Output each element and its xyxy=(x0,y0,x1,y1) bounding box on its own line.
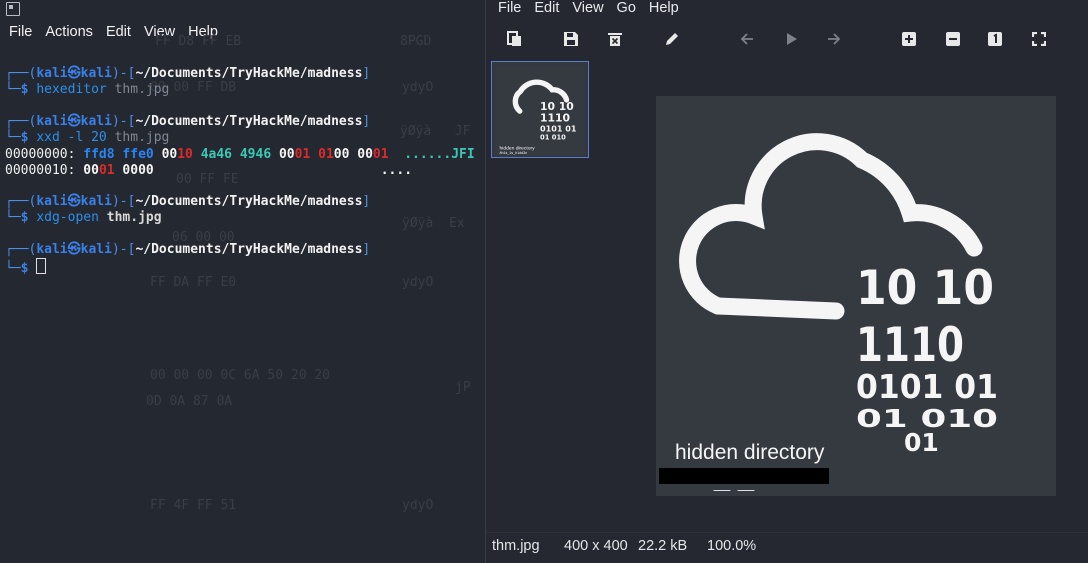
svg-text:01 010: 01 010 xyxy=(540,133,566,141)
prev-icon[interactable] xyxy=(738,30,756,48)
prompt-user: kali xyxy=(36,114,68,129)
ghost-text: ydyO xyxy=(402,275,434,290)
command-arg: thm.jpg xyxy=(106,210,162,225)
image-caption: hidden directory xyxy=(675,441,825,464)
binary-row: 10 10 xyxy=(856,261,994,316)
next-icon[interactable] xyxy=(825,30,843,48)
image-viewer-window: File Edit View Go Help 10 10 1110 0101 0… xyxy=(485,0,1088,563)
prompt-line: ┌──(kali㉿kali)-[~/Documents/TryHackMe/ma… xyxy=(5,114,371,129)
command-text: xxd -l 20 xyxy=(36,130,107,145)
prompt-host: kali xyxy=(80,114,112,129)
viewer-menu-edit[interactable]: Edit xyxy=(534,0,559,18)
ghost-text: ydyO xyxy=(402,80,434,95)
terminal-window: File Actions Edit View Help FF D8 FF EB … xyxy=(0,0,485,563)
ghost-text: ÿØÿà JF xyxy=(400,124,471,139)
ghost-text: 00 00 00 0C 6A 50 20 20 xyxy=(150,368,331,383)
command-arg: thm.jpg xyxy=(114,82,170,97)
viewer-menu-file[interactable]: File xyxy=(498,0,521,18)
hex-ascii: .... xyxy=(380,163,413,178)
prompt-path: ~/Documents/TryHackMe/madness xyxy=(135,194,363,209)
viewer-menu-help[interactable]: Help xyxy=(649,0,679,18)
viewer-menu-view[interactable]: View xyxy=(572,0,603,18)
svg-text:0101 01: 0101 01 xyxy=(540,123,577,133)
hex-address: 00000010: xyxy=(5,163,76,178)
hex-address: 00000000: xyxy=(5,147,76,162)
delete-icon[interactable] xyxy=(606,30,624,48)
ghost-text: FF 4F FF 51 xyxy=(150,498,237,513)
command-line: └─$ xdg-open thm.jpg xyxy=(5,210,162,225)
command-text: hexeditor xyxy=(36,82,107,97)
viewer-menu-go[interactable]: Go xyxy=(617,0,636,18)
command-arg: thm.jpg xyxy=(114,130,170,145)
status-dimensions: 400 x 400 xyxy=(564,538,628,554)
play-icon[interactable] xyxy=(782,30,800,48)
prompt-at: ㉿ xyxy=(67,114,81,129)
prompt-user: kali xyxy=(36,242,68,257)
hex-ascii: ......JFI xyxy=(404,147,475,162)
thumbnail-image: 10 10 1110 0101 01 01 010 hidden directo… xyxy=(495,65,585,155)
terminal-menu-help[interactable]: Help xyxy=(188,24,218,44)
open-icon[interactable] xyxy=(505,30,523,48)
hex-line-1: 00000000: ffd8 ffe0 0010 4a46 4946 0001 … xyxy=(5,147,475,162)
ghost-text: 8PGD xyxy=(400,34,432,49)
prompt-host: kali xyxy=(80,66,112,81)
terminal-titlebar xyxy=(0,0,485,20)
zoom-out-icon[interactable] xyxy=(944,30,962,48)
prompt-path: ~/Documents/TryHackMe/madness xyxy=(135,66,363,81)
terminal-menu-actions[interactable]: Actions xyxy=(45,24,93,44)
terminal-menubar: File Actions Edit View Help xyxy=(0,24,222,44)
image-canvas[interactable]: 10 10 1110 0101 01 01 010 01 hidden dire… xyxy=(656,96,1056,496)
ghost-text: ydyO xyxy=(402,498,434,513)
redacted-hint: _ _ xyxy=(712,475,754,491)
zoom-in-icon[interactable] xyxy=(900,30,918,48)
prompt-at: ㉿ xyxy=(67,242,81,257)
binary-row: 0101 01 xyxy=(856,367,998,406)
ghost-text: FF DA FF E0 xyxy=(150,275,237,290)
edit-icon[interactable] xyxy=(663,30,681,48)
fullscreen-icon[interactable] xyxy=(1030,30,1048,48)
prompt-line: ┌──(kali㉿kali)-[~/Documents/TryHackMe/ma… xyxy=(5,194,371,209)
ghost-text: 0D 0A 87 0A xyxy=(146,394,233,409)
terminal-menu-file[interactable]: File xyxy=(9,24,32,44)
terminal-menu-view[interactable]: View xyxy=(144,24,175,44)
save-icon[interactable] xyxy=(562,30,580,48)
status-size: 22.2 kB xyxy=(638,538,688,554)
command-line: └─$ hexeditor thm.jpg xyxy=(5,82,170,97)
prompt-path: ~/Documents/TryHackMe/madness xyxy=(135,242,363,257)
status-zoom: 100.0% xyxy=(707,538,757,554)
prompt-at: ㉿ xyxy=(67,194,81,209)
prompt-at: ㉿ xyxy=(67,66,81,81)
viewer-menubar: File Edit View Go Help xyxy=(486,0,680,18)
ghost-text: ÿØÿà Ex xyxy=(402,216,465,231)
prompt-host: kali xyxy=(80,194,112,209)
thumbnail-selected[interactable]: 10 10 1110 0101 01 01 010 hidden directo… xyxy=(491,61,589,158)
ghost-text: jP xyxy=(455,380,471,395)
svg-text:/th1s_1s_h1dd3n: /th1s_1s_h1dd3n xyxy=(500,151,528,155)
prompt-host: kali xyxy=(80,242,112,257)
viewer-statusbar: thm.jpg 400 x 400 22.2 kB 100.0% xyxy=(486,532,1088,563)
binary-row: 1110 xyxy=(856,318,964,373)
prompt-user: kali xyxy=(36,66,68,81)
prompt-user: kali xyxy=(36,194,68,209)
command-line-active[interactable]: └─$ xyxy=(5,258,47,277)
zoom-1to1-icon[interactable] xyxy=(986,30,1004,48)
hex-line-2: 00000010: 0001 0000 .... xyxy=(5,163,413,178)
status-filename: thm.jpg xyxy=(492,538,540,554)
terminal-menu-edit[interactable]: Edit xyxy=(106,24,131,44)
cloud-binary-image: 10 10 1110 0101 01 01 010 01 hidden dire… xyxy=(656,96,1056,496)
command-text: xdg-open xyxy=(36,210,99,225)
thumbnail-caption: hidden directory xyxy=(500,145,536,151)
prompt-line: ┌──(kali㉿kali)-[~/Documents/TryHackMe/ma… xyxy=(5,66,371,81)
binary-row: 01 xyxy=(904,428,939,457)
svg-text:1110: 1110 xyxy=(540,111,570,124)
command-line: └─$ xxd -l 20 thm.jpg xyxy=(5,130,170,145)
prompt-path: ~/Documents/TryHackMe/madness xyxy=(135,114,363,129)
prompt-line: ┌──(kali㉿kali)-[~/Documents/TryHackMe/ma… xyxy=(5,242,371,257)
cloud-base xyxy=(709,297,845,320)
terminal-icon[interactable] xyxy=(6,2,20,16)
text-cursor xyxy=(36,258,47,274)
